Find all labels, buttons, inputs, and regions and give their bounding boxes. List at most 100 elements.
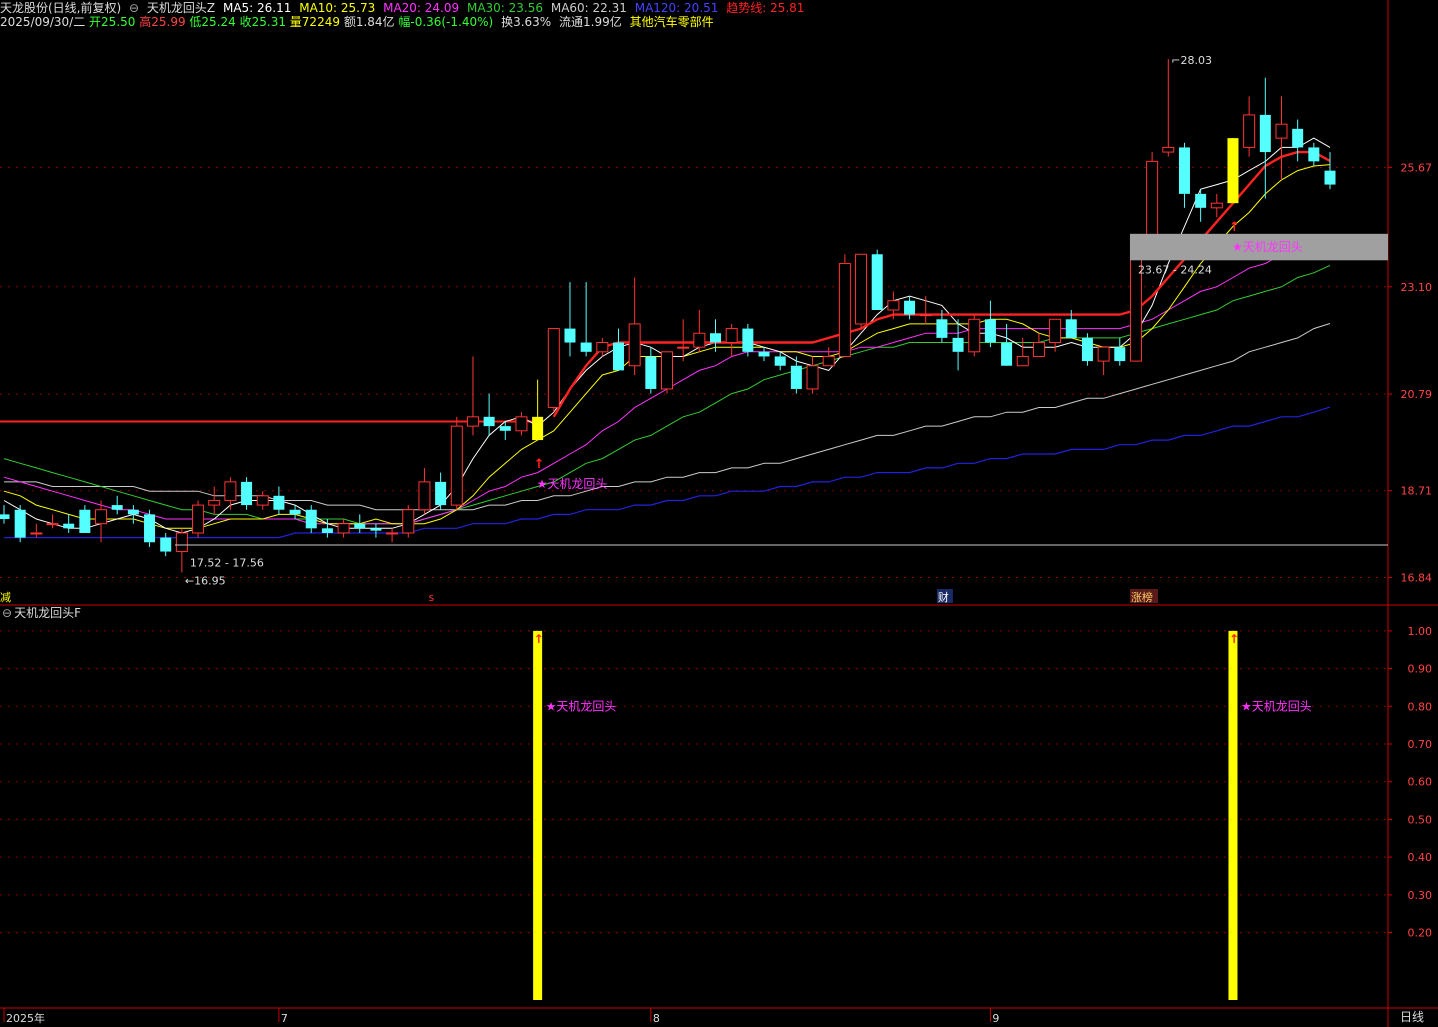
candle <box>1114 337 1126 366</box>
candle-body <box>0 514 10 520</box>
candle-body <box>450 425 463 506</box>
candle-body <box>483 416 495 427</box>
signal-bar <box>1228 630 1238 1000</box>
candle <box>1032 333 1045 357</box>
period-tab[interactable]: 日线 <box>1400 1010 1424 1024</box>
candle-body <box>256 495 269 506</box>
candle <box>725 323 738 357</box>
candle-body <box>580 342 592 352</box>
quote-line: 2025/09/30/二 开25.50 高25.99 低25.24 收25.31… <box>0 15 718 29</box>
quote-low: 低25.24 <box>189 15 236 29</box>
quote-open: 开25.50 <box>89 15 136 29</box>
candle-body <box>224 481 237 501</box>
quote-turnover: 换3.63% <box>501 15 552 29</box>
sub-y-tick-label: 0.90 <box>1408 663 1433 676</box>
candle <box>580 282 592 357</box>
candle <box>645 347 657 394</box>
candle-body <box>321 528 333 533</box>
y-tick-label: 23.10 <box>1401 281 1433 294</box>
candle-body <box>628 323 641 367</box>
sub-panel-title[interactable]: 天机龙回头F <box>14 606 81 620</box>
sub-y-tick-label: 0.40 <box>1408 851 1433 864</box>
candle-body <box>1259 114 1271 153</box>
candle-body <box>466 416 479 427</box>
price-axis: 25.67 23.10 20.79 18.71 16.84 1.00 0.90 0.80 0.7… <box>3 161 1433 1025</box>
candle <box>1210 193 1223 218</box>
candle-body <box>677 346 690 349</box>
candle <box>952 319 964 371</box>
candle <box>0 505 10 524</box>
x-tick-label: 2025年 <box>6 1011 45 1025</box>
candle-body <box>742 328 754 352</box>
candle <box>968 314 981 357</box>
candle-body <box>1275 123 1288 139</box>
candle <box>144 509 156 547</box>
sub-y-tick-label: 0.80 <box>1408 700 1433 713</box>
signal-arrow-icon: ↑ <box>1229 220 1240 235</box>
sub-y-tick-label: 0.70 <box>1408 738 1433 751</box>
candle <box>30 523 43 538</box>
candle-body <box>1162 146 1175 153</box>
candle-body <box>547 328 560 409</box>
candle-body <box>192 504 205 534</box>
candle <box>855 253 868 329</box>
candle <box>612 328 624 371</box>
collapse-icon[interactable]: ⊖ <box>2 606 12 620</box>
event-marker: s <box>428 591 434 604</box>
kline-chart[interactable]: ⌐28.03 ←16.95 17.52 - 17.56 23.67 - 24.24 ↑ ★… <box>0 0 1438 1027</box>
candle-body <box>919 314 932 317</box>
candle-body <box>273 495 285 510</box>
quote-float: 流通1.99亿 <box>559 15 622 29</box>
candle-body <box>612 342 624 371</box>
candle <box>14 505 26 543</box>
candle <box>435 472 447 510</box>
candle <box>1275 96 1288 180</box>
candle <box>693 310 706 352</box>
x-tick-label: 9 <box>992 1012 999 1025</box>
candle <box>370 523 382 538</box>
candle <box>871 249 883 310</box>
candle <box>273 486 285 515</box>
candle-body <box>14 509 26 538</box>
sub-panel-header: ⊖ 天机龙回头F <box>2 606 85 620</box>
candle <box>1097 346 1110 376</box>
candle-body <box>1016 355 1029 367</box>
candle-body <box>95 509 108 525</box>
candle-body <box>1324 170 1336 185</box>
signal-label: ★天机龙回头 <box>546 699 617 713</box>
candle-body <box>936 319 948 338</box>
x-tick-label: 7 <box>281 1012 288 1025</box>
candle-body <box>208 499 221 506</box>
signal-arrow-icon: ↑ <box>534 457 545 472</box>
candle-body <box>645 356 657 389</box>
candle <box>532 379 544 441</box>
y-tick-label: 16.84 <box>1401 572 1433 585</box>
candle <box>1259 77 1271 199</box>
ma20-label: MA20: 24.09 <box>383 1 460 15</box>
candle-body <box>1292 128 1304 148</box>
signal-arrow-icon: ↑ <box>1229 632 1239 646</box>
y-tick-label: 20.79 <box>1401 388 1433 401</box>
signal-arrow-icon: ↑ <box>534 632 544 646</box>
candle-body <box>1308 147 1320 162</box>
candle <box>515 412 528 436</box>
candle <box>241 477 253 510</box>
candle <box>806 356 819 394</box>
candle <box>160 532 172 557</box>
annotation-layer: ⌐28.03 ←16.95 17.52 - 17.56 23.67 - 24.24 ↑ ★… <box>0 54 1388 604</box>
collapse-icon[interactable]: ⊖ <box>129 1 139 15</box>
indicator-name[interactable]: 天机龙回头Z <box>147 1 215 15</box>
candle-body <box>984 319 996 343</box>
ma120-label: MA120: 20.51 <box>634 1 719 15</box>
candle <box>1178 142 1190 208</box>
candle-body <box>175 532 188 553</box>
candle <box>46 514 59 529</box>
y-tick-label: 18.71 <box>1401 485 1433 498</box>
candle <box>79 505 91 533</box>
candle <box>95 500 108 543</box>
candle-body <box>1049 318 1062 344</box>
candle <box>564 282 576 357</box>
quote-sector[interactable]: 其他汽车零部件 <box>630 15 714 29</box>
candle-body <box>758 351 770 357</box>
trend-label: 趋势线: 25.81 <box>726 1 805 15</box>
